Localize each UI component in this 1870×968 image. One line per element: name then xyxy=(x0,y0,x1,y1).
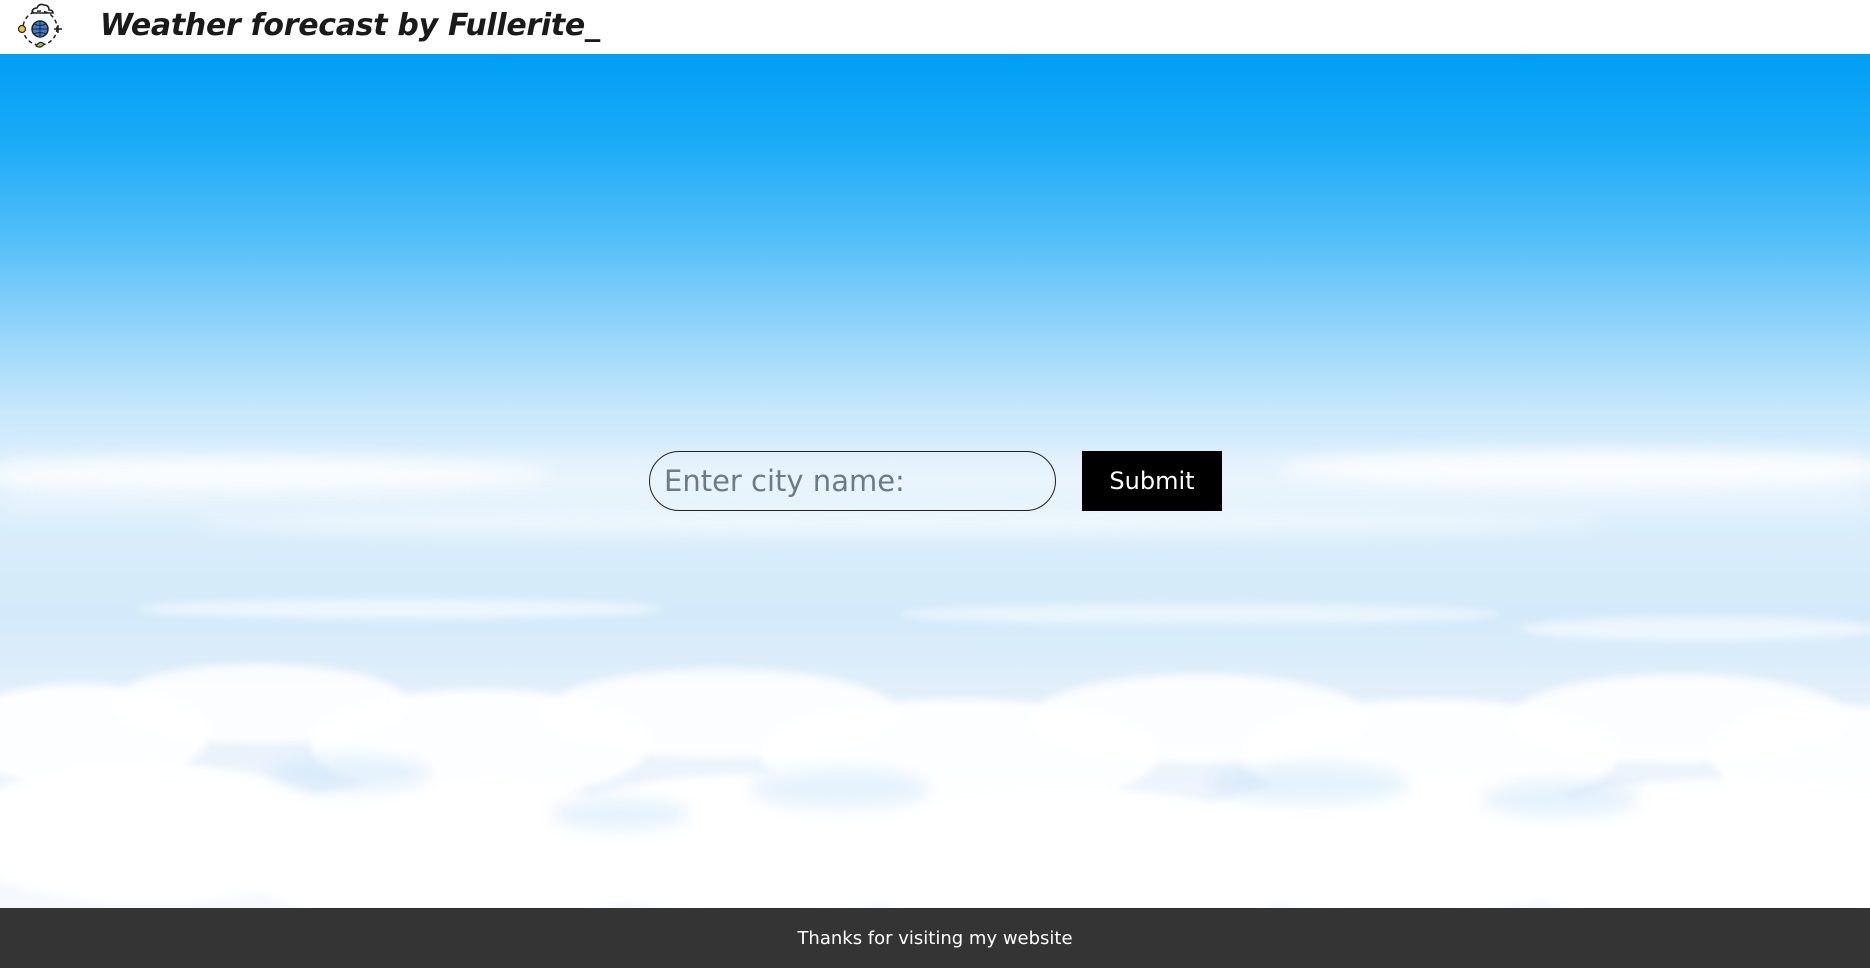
footer-text: Thanks for visiting my website xyxy=(797,927,1073,949)
city-search-form: Submit xyxy=(649,451,1222,511)
site-header: Weather forecast by Fullerite_ xyxy=(0,0,1870,54)
site-title: Weather forecast by Fullerite_ xyxy=(100,8,600,43)
submit-button[interactable]: Submit xyxy=(1082,451,1222,511)
globe-weather-icon[interactable] xyxy=(14,2,66,52)
city-name-input[interactable] xyxy=(649,451,1056,511)
site-footer: Thanks for visiting my website xyxy=(0,908,1870,968)
weather-page: Weather forecast by Fullerite_ Enter cit… xyxy=(0,0,1870,968)
